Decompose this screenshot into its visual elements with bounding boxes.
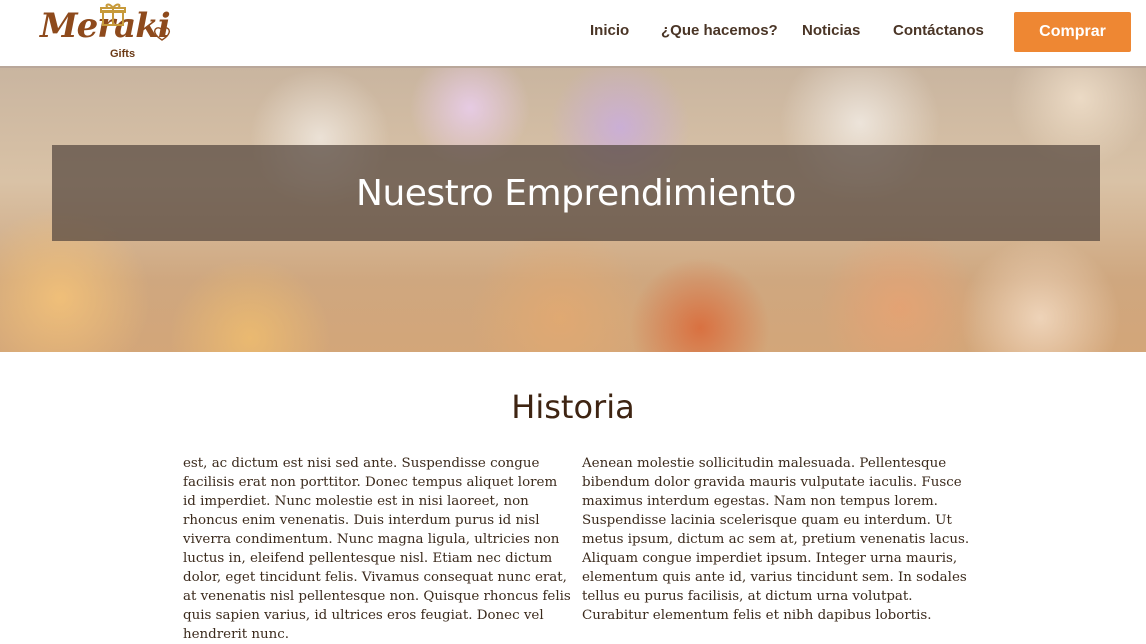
history-paragraph-right: Aenean molestie sollicitudin malesuada. … (582, 456, 970, 623)
heart-icon (154, 27, 170, 41)
nav-link-noticias[interactable]: Noticias (802, 22, 860, 39)
buy-button[interactable]: Comprar (1014, 12, 1131, 52)
nav-link-que-hacemos[interactable]: ¿Que hacemos? (661, 22, 778, 39)
hero-title-band: Nuestro Emprendimiento (52, 145, 1100, 241)
hero-title: Nuestro Emprendimiento (356, 172, 796, 214)
nav-link-contactanos[interactable]: Contáctanos (893, 22, 984, 39)
history-paragraph-left: est, ac dictum est nisi sed ante. Suspen… (183, 456, 571, 642)
brand-logo[interactable]: Meraki Gifts (40, 2, 180, 64)
site-header: Meraki Gifts Inicio ¿Que hacemos? Notici… (0, 0, 1146, 68)
section-title: Historia (511, 388, 635, 426)
gift-icon (100, 3, 126, 26)
nav-link-inicio[interactable]: Inicio (590, 22, 629, 39)
hero-banner: Nuestro Emprendimiento (0, 68, 1146, 352)
brand-tagline: Gifts (110, 48, 136, 60)
